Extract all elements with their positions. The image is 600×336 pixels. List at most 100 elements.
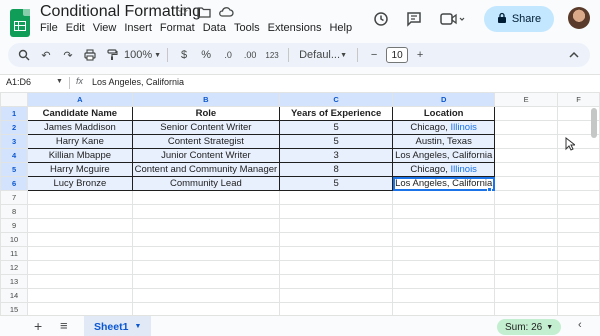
menu-view[interactable]: View — [93, 22, 117, 34]
column-header-c[interactable]: C — [279, 92, 394, 107]
row-header[interactable]: 9 — [0, 218, 29, 233]
cell[interactable] — [279, 232, 394, 247]
formula-input[interactable]: Los Angeles, California — [92, 77, 184, 87]
active-cell[interactable]: Los Angeles, California — [392, 176, 496, 191]
row-header[interactable]: 5 — [0, 162, 29, 177]
cell[interactable] — [27, 204, 133, 219]
cell[interactable] — [279, 288, 394, 303]
cell[interactable]: Lucy Bronze — [27, 176, 133, 191]
cell[interactable] — [556, 204, 600, 219]
cell[interactable] — [494, 232, 558, 247]
menu-tools[interactable]: Tools — [234, 22, 260, 34]
row-header[interactable]: 7 — [0, 190, 29, 205]
cell[interactable] — [279, 302, 394, 315]
cell[interactable]: Harry Mcguire — [27, 162, 133, 177]
cell[interactable] — [556, 176, 600, 191]
cell[interactable] — [27, 246, 133, 261]
cell[interactable]: Content and Community Manager — [131, 162, 281, 177]
cell[interactable] — [392, 232, 496, 247]
menu-format[interactable]: Format — [160, 22, 195, 34]
cell[interactable] — [494, 274, 558, 289]
chevron-left-icon[interactable]: ‹ — [578, 319, 582, 331]
cell[interactable] — [494, 190, 558, 205]
column-header-b[interactable]: B — [131, 92, 281, 107]
cell[interactable]: 5 — [279, 134, 394, 149]
font-size-input[interactable]: 10 — [386, 47, 409, 63]
cell[interactable] — [131, 190, 281, 205]
spreadsheet-grid[interactable]: A B C D E F 1 Candidate Name Role Years … — [0, 92, 600, 315]
cell[interactable] — [392, 204, 496, 219]
cell[interactable] — [131, 218, 281, 233]
cell[interactable] — [279, 218, 394, 233]
paint-format-icon[interactable] — [102, 45, 122, 65]
cell[interactable] — [27, 190, 133, 205]
cell[interactable] — [131, 274, 281, 289]
cell[interactable] — [27, 218, 133, 233]
cell[interactable]: James Maddison — [27, 120, 133, 135]
row-header[interactable]: 11 — [0, 246, 29, 261]
cell[interactable]: 3 — [279, 148, 394, 163]
cell[interactable] — [392, 218, 496, 233]
print-icon[interactable] — [80, 45, 100, 65]
select-all-corner[interactable] — [0, 92, 29, 107]
cell[interactable] — [494, 218, 558, 233]
cell[interactable] — [27, 302, 133, 315]
cell[interactable]: Los Angeles, California — [392, 148, 496, 163]
menu-data[interactable]: Data — [203, 22, 226, 34]
font-size-decrease-button[interactable]: − — [364, 45, 384, 65]
more-formats-button[interactable]: 123 — [262, 45, 282, 65]
header-cell[interactable]: Location — [392, 106, 496, 121]
cell[interactable] — [494, 246, 558, 261]
cell[interactable] — [556, 190, 600, 205]
cell[interactable] — [392, 288, 496, 303]
avatar[interactable] — [568, 7, 590, 29]
redo-icon[interactable]: ↷ — [58, 45, 78, 65]
cell[interactable] — [392, 190, 496, 205]
row-header[interactable]: 13 — [0, 274, 29, 289]
cell[interactable] — [27, 274, 133, 289]
cell[interactable] — [131, 260, 281, 275]
cell[interactable] — [556, 246, 600, 261]
cell[interactable]: Chicago, Illinois — [392, 162, 496, 177]
cell[interactable] — [556, 302, 600, 315]
cell[interactable] — [494, 120, 558, 135]
cell[interactable] — [494, 148, 558, 163]
cell[interactable]: 5 — [279, 176, 394, 191]
chevron-up-icon[interactable] — [564, 45, 584, 65]
search-menus-icon[interactable] — [14, 45, 34, 65]
cell[interactable] — [494, 302, 558, 315]
cell[interactable] — [27, 260, 133, 275]
cell[interactable] — [556, 260, 600, 275]
header-cell[interactable]: Role — [131, 106, 281, 121]
cell[interactable] — [392, 274, 496, 289]
sheet-tab[interactable]: Sheet1 ▼ — [84, 316, 152, 336]
row-header[interactable]: 1 — [0, 106, 29, 121]
menu-edit[interactable]: Edit — [66, 22, 85, 34]
cell[interactable] — [131, 288, 281, 303]
fill-handle[interactable] — [487, 187, 492, 192]
currency-format-button[interactable]: $ — [174, 45, 194, 65]
cell[interactable]: Content Strategist — [131, 134, 281, 149]
cell[interactable] — [279, 204, 394, 219]
comment-icon[interactable] — [403, 8, 425, 30]
decrease-decimal-button[interactable]: .0 — [218, 45, 238, 65]
meet-icon[interactable] — [437, 8, 469, 30]
menu-help[interactable]: Help — [329, 22, 352, 34]
cell[interactable] — [556, 288, 600, 303]
row-header[interactable]: 8 — [0, 204, 29, 219]
star-icon[interactable]: ☆ — [176, 5, 190, 19]
font-size-increase-button[interactable]: + — [410, 45, 430, 65]
row-header[interactable]: 15 — [0, 302, 29, 315]
cell[interactable] — [27, 288, 133, 303]
cell[interactable] — [131, 204, 281, 219]
cell[interactable] — [27, 232, 133, 247]
cell[interactable] — [494, 176, 558, 191]
name-box[interactable]: A1:D6 — [6, 77, 31, 87]
cell[interactable]: Austin, Texas — [392, 134, 496, 149]
row-header[interactable]: 6 — [0, 176, 29, 191]
cell[interactable]: 5 — [279, 120, 394, 135]
row-header[interactable]: 12 — [0, 260, 29, 275]
menu-file[interactable]: File — [40, 22, 58, 34]
cell[interactable] — [392, 302, 496, 315]
vertical-scrollbar[interactable] — [591, 108, 597, 138]
